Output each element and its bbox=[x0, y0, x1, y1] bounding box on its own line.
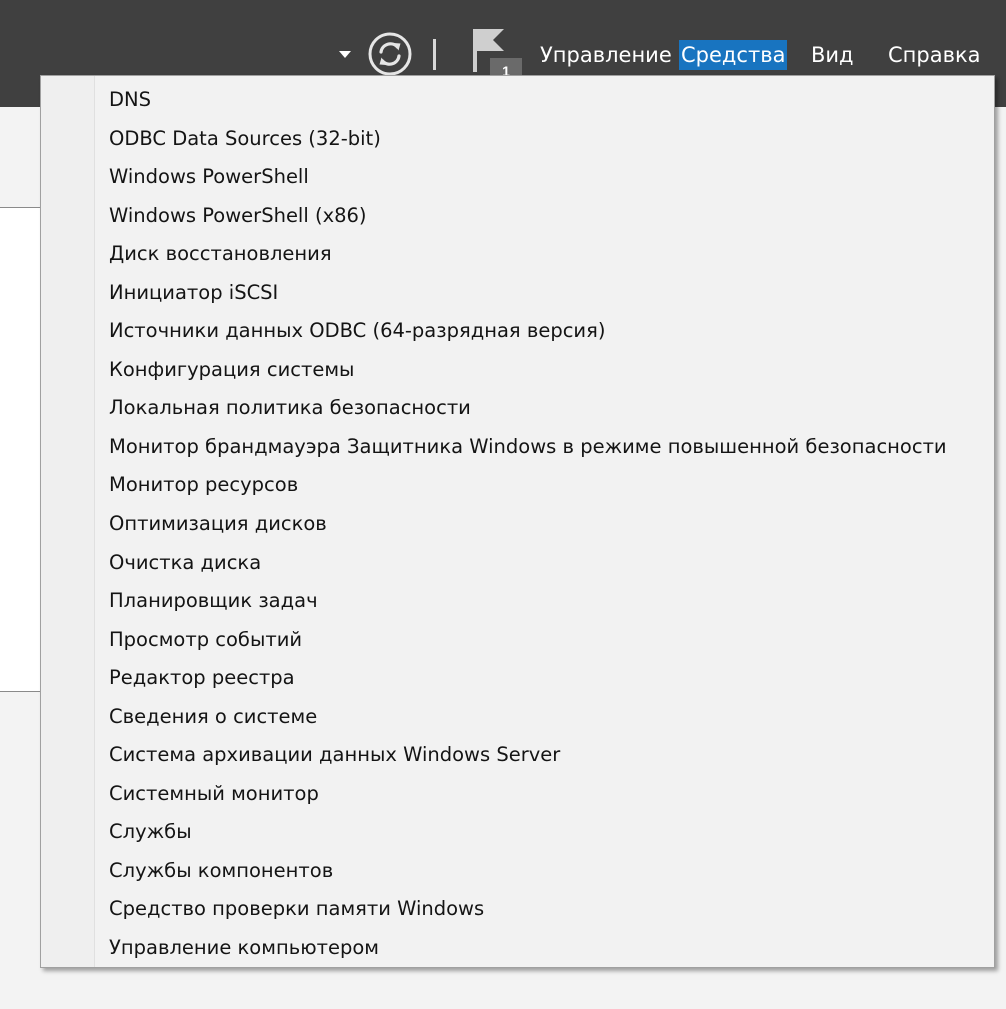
menu-item-registry-editor[interactable]: Редактор реестра bbox=[41, 659, 994, 698]
menu-item-recovery-drive[interactable]: Диск восстановления bbox=[41, 235, 994, 274]
chevron-down-icon[interactable] bbox=[339, 51, 351, 58]
menu-item-optimize-drives[interactable]: Оптимизация дисков bbox=[41, 505, 994, 544]
menu-item-odbc-32[interactable]: ODBC Data Sources (32-bit) bbox=[41, 120, 994, 159]
menu-help[interactable]: Справка bbox=[888, 40, 981, 70]
menu-manage[interactable]: Управление bbox=[540, 40, 672, 70]
menu-item-resource-monitor[interactable]: Монитор ресурсов bbox=[41, 466, 994, 505]
menu-item-firewall-monitor[interactable]: Монитор брандмауэра Защитника Windows в … bbox=[41, 428, 994, 467]
menu-item-system-configuration[interactable]: Конфигурация системы bbox=[41, 351, 994, 390]
menu-item-powershell-x86[interactable]: Windows PowerShell (x86) bbox=[41, 197, 994, 236]
menu-item-system-information[interactable]: Сведения о системе bbox=[41, 698, 994, 737]
menu-item-services[interactable]: Службы bbox=[41, 813, 994, 852]
panel-divider bbox=[0, 691, 42, 692]
notification-flag-icon[interactable]: 1 bbox=[470, 26, 526, 82]
menu-view[interactable]: Вид bbox=[811, 40, 854, 70]
menu-tools[interactable]: Средства bbox=[679, 40, 788, 70]
menu-item-windows-server-backup[interactable]: Система архивации данных Windows Server bbox=[41, 736, 994, 775]
panel-divider bbox=[0, 207, 42, 208]
menu-item-odbc-64[interactable]: Источники данных ODBC (64-разрядная верс… bbox=[41, 312, 994, 351]
menu-item-dns[interactable]: DNS bbox=[41, 81, 994, 120]
menu-item-computer-management[interactable]: Управление компьютером bbox=[41, 929, 994, 968]
menu-item-local-security-policy[interactable]: Локальная политика безопасности bbox=[41, 389, 994, 428]
toolbar-separator bbox=[433, 39, 436, 70]
menu-item-performance-monitor[interactable]: Системный монитор bbox=[41, 775, 994, 814]
menu-item-memory-diagnostic[interactable]: Средство проверки памяти Windows bbox=[41, 890, 994, 929]
menu-item-iscsi-initiator[interactable]: Инициатор iSCSI bbox=[41, 274, 994, 313]
menu-item-event-viewer[interactable]: Просмотр событий bbox=[41, 621, 994, 660]
menu-item-component-services[interactable]: Службы компонентов bbox=[41, 852, 994, 891]
menu-item-powershell[interactable]: Windows PowerShell bbox=[41, 158, 994, 197]
menu-item-task-scheduler[interactable]: Планировщик задач bbox=[41, 582, 994, 621]
menu-item-disk-cleanup[interactable]: Очистка диска bbox=[41, 544, 994, 583]
background-panel bbox=[0, 208, 42, 691]
menu-list: DNS ODBC Data Sources (32-bit) Windows P… bbox=[41, 81, 994, 968]
refresh-icon[interactable] bbox=[367, 31, 413, 77]
tools-dropdown-menu: DNS ODBC Data Sources (32-bit) Windows P… bbox=[40, 75, 995, 968]
